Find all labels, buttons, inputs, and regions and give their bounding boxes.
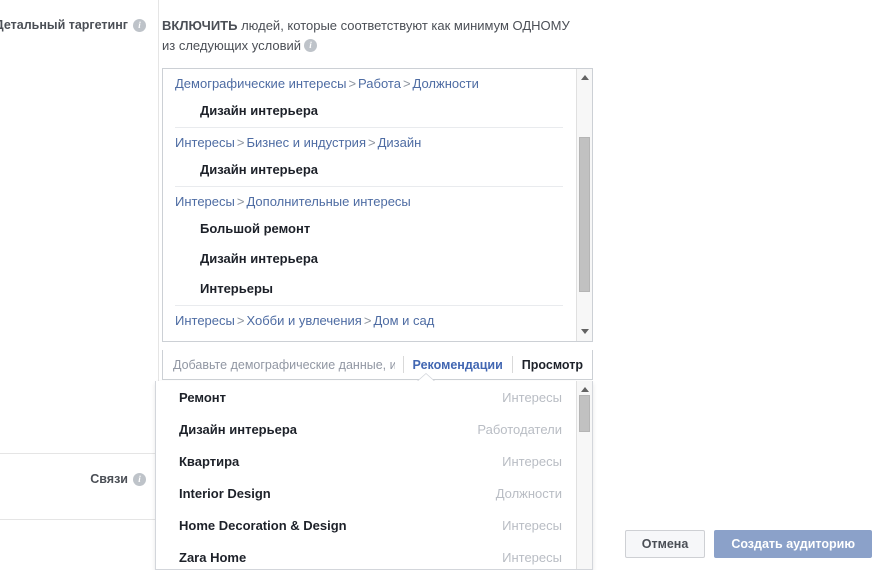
suggestion-name: Zara Home <box>179 549 247 565</box>
suggestion-row[interactable]: Квартира Интересы <box>156 445 576 477</box>
targeting-search-row: Рекомендации Просмотр <box>162 350 593 380</box>
suggestion-category: Интересы <box>502 517 562 533</box>
dialog-footer: Отмена Создать аудиторию <box>624 530 872 558</box>
scroll-down-arrow-icon[interactable] <box>577 324 592 340</box>
suggestions-list: Ремонт Интересы Дизайн интерьера Работодате… <box>156 381 576 569</box>
breadcrumb-segment[interactable]: Хобби и увлечения <box>246 313 361 328</box>
selected-targeting-item[interactable]: Дизайн интерьера <box>175 156 563 186</box>
breadcrumb-segment[interactable]: Бизнес и индустрия <box>246 135 366 150</box>
breadcrumb-segment[interactable]: Дизайн <box>378 135 422 150</box>
info-icon[interactable]: i <box>304 39 318 53</box>
search-input[interactable] <box>163 357 403 372</box>
suggestion-name: Ремонт <box>179 389 227 405</box>
breadcrumb-segment[interactable]: Дополнительные интересы <box>246 194 410 209</box>
detailed-targeting-section: ВКЛЮЧИТЬ людей, которые соответствуют ка… <box>155 0 882 570</box>
instruction-text: ВКЛЮЧИТЬ людей, которые соответствуют ка… <box>162 16 582 56</box>
selection-scrollbar[interactable] <box>576 69 592 341</box>
targeting-breadcrumb: Интересы > Дополнительные интересы <box>175 187 563 215</box>
section-divider <box>0 519 158 520</box>
tab-recommendations[interactable]: Рекомендации <box>404 358 512 372</box>
selected-targeting-item[interactable]: Дизайн интерьера <box>175 97 563 127</box>
scrollbar-thumb[interactable] <box>579 395 590 432</box>
selected-targeting-item[interactable]: Большой ремонт <box>175 215 563 245</box>
breadcrumb-segment[interactable]: Дом и сад <box>373 313 434 328</box>
targeting-group: Интересы > Бизнес и индустрия > Дизайн Дизайн… <box>175 127 563 186</box>
create-audience-button[interactable]: Создать аудиторию <box>714 530 872 558</box>
info-icon[interactable]: i <box>133 18 146 32</box>
selected-targeting-list: Демографические интересы > Работа > Должност… <box>163 69 575 334</box>
selected-targeting-box: Демографические интересы > Работа > Должност… <box>162 68 593 342</box>
suggestions-dropdown: Ремонт Интересы Дизайн интерьера Работодате… <box>155 381 593 570</box>
targeting-breadcrumb: Интересы > Бизнес и индустрия > Дизайн <box>175 128 563 156</box>
suggestions-scrollbar[interactable] <box>576 381 592 569</box>
scrollbar-thumb[interactable] <box>579 137 590 292</box>
suggestion-category: Интересы <box>502 549 562 565</box>
suggestion-category: Работодатели <box>477 421 562 437</box>
scroll-up-arrow-icon[interactable] <box>577 70 592 86</box>
connections-label: Связи i <box>90 472 146 486</box>
suggestion-row[interactable]: Zara Home Интересы <box>156 541 576 569</box>
targeting-group: Интересы > Хобби и увлечения > Дом и сад <box>175 305 563 334</box>
suggestion-name: Дизайн интерьера <box>179 421 298 437</box>
targeting-group: Интересы > Дополнительные интересы Большой … <box>175 186 563 305</box>
cancel-button[interactable]: Отмена <box>624 530 706 558</box>
breadcrumb-separator: > <box>367 135 376 150</box>
form-label-column: Детальный таргетинг i Связи i <box>0 0 158 570</box>
suggestion-row[interactable]: Home Decoration & Design Интересы <box>156 509 576 541</box>
breadcrumb-segment[interactable]: Должности <box>413 76 479 91</box>
suggestion-name: Квартира <box>179 453 240 469</box>
breadcrumb-separator: > <box>236 194 245 209</box>
breadcrumb-segment[interactable]: Демографические интересы <box>175 76 346 91</box>
breadcrumb-separator: > <box>363 313 372 328</box>
section-divider <box>0 453 158 454</box>
breadcrumb-segment[interactable]: Интересы <box>175 135 235 150</box>
breadcrumb-segment[interactable]: Работа <box>358 76 401 91</box>
suggestion-category: Интересы <box>502 453 562 469</box>
suggestion-row[interactable]: Ремонт Интересы <box>156 381 576 413</box>
breadcrumb-segment[interactable]: Интересы <box>175 313 235 328</box>
targeting-breadcrumb: Интересы > Хобби и увлечения > Дом и сад <box>175 306 563 334</box>
targeting-group: Демографические интересы > Работа > Должност… <box>175 69 563 127</box>
detailed-targeting-label-text: Детальный таргетинг <box>0 18 128 32</box>
dropdown-caret-icon <box>417 374 435 382</box>
info-icon[interactable]: i <box>133 472 146 486</box>
selected-targeting-item[interactable]: Дизайн интерьера <box>175 245 563 275</box>
breadcrumb-separator: > <box>236 135 245 150</box>
suggestion-category: Интересы <box>502 389 562 405</box>
breadcrumb-separator: > <box>348 76 357 91</box>
selected-targeting-item[interactable]: Интерьеры <box>175 275 563 305</box>
breadcrumb-separator: > <box>236 313 245 328</box>
breadcrumb-segment[interactable]: Интересы <box>175 194 235 209</box>
targeting-breadcrumb: Демографические интересы > Работа > Должност… <box>175 69 563 97</box>
instruction-lead: ВКЛЮЧИТЬ <box>162 18 238 33</box>
suggestion-row[interactable]: Дизайн интерьера Работодатели <box>156 413 576 445</box>
tab-browse[interactable]: Просмотр <box>513 358 592 372</box>
detailed-targeting-label: Детальный таргетинг i <box>0 18 146 32</box>
suggestion-category: Должности <box>495 485 562 501</box>
suggestion-name: Interior Design <box>179 485 271 501</box>
suggestion-row[interactable]: Interior Design Должности <box>156 477 576 509</box>
suggestion-name: Home Decoration & Design <box>179 517 347 533</box>
connections-label-text: Связи <box>90 472 128 486</box>
breadcrumb-separator: > <box>402 76 411 91</box>
